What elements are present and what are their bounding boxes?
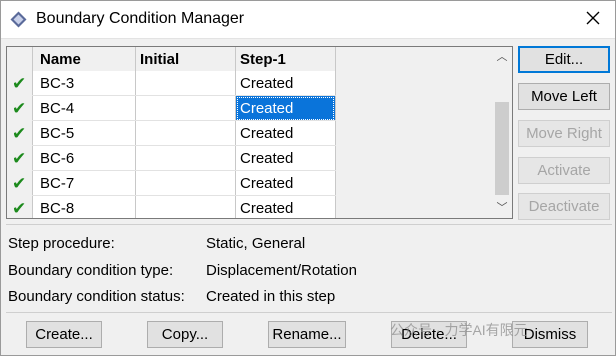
step-procedure-label: Step procedure: bbox=[8, 235, 115, 252]
active-check-icon: ✔ bbox=[12, 174, 27, 193]
deactivate-button[interactable]: Deactivate bbox=[518, 193, 610, 220]
cell-initial[interactable] bbox=[136, 71, 235, 96]
cell-initial[interactable] bbox=[136, 121, 235, 146]
cell-name[interactable]: BC-3 bbox=[33, 71, 135, 96]
cell-step-1[interactable]: Created bbox=[236, 146, 335, 171]
rename-button[interactable]: Rename... bbox=[268, 321, 346, 348]
cell-step-1[interactable]: Created bbox=[236, 121, 335, 146]
cell-initial[interactable] bbox=[136, 196, 235, 218]
create-button[interactable]: Create... bbox=[26, 321, 102, 348]
table-row[interactable]: ✔ BC-4 Created bbox=[7, 96, 336, 121]
table-row[interactable]: ✔ BC-8 Created bbox=[7, 196, 335, 218]
active-check-icon: ✔ bbox=[12, 124, 27, 143]
move-right-button[interactable]: Move Right bbox=[518, 120, 610, 147]
step-procedure-value: Static, General bbox=[206, 235, 306, 252]
scroll-down-icon[interactable]: ﹀ bbox=[496, 202, 508, 214]
cell-initial[interactable] bbox=[136, 146, 235, 171]
cell-name[interactable]: BC-7 bbox=[33, 171, 135, 196]
column-header-step-1[interactable]: Step-1 bbox=[240, 47, 286, 71]
active-check-icon: ✔ bbox=[12, 199, 27, 218]
cell-name[interactable]: BC-6 bbox=[33, 146, 135, 171]
cell-step-1[interactable]: Created bbox=[236, 196, 335, 218]
scrollbar-thumb[interactable] bbox=[495, 102, 509, 195]
active-check-icon: ✔ bbox=[12, 99, 27, 118]
bc-status-label: Boundary condition status: bbox=[8, 288, 185, 305]
scroll-up-icon[interactable]: ︿ bbox=[496, 51, 508, 63]
cell-step-1[interactable]: Created bbox=[236, 96, 335, 121]
cell-initial[interactable] bbox=[136, 171, 235, 196]
cell-name[interactable]: BC-8 bbox=[33, 196, 135, 218]
divider bbox=[6, 224, 612, 225]
close-icon[interactable] bbox=[585, 10, 601, 26]
cell-name[interactable]: BC-5 bbox=[33, 121, 135, 146]
move-left-button[interactable]: Move Left bbox=[518, 83, 610, 110]
title-bar: Boundary Condition Manager bbox=[1, 1, 615, 39]
activate-button[interactable]: Activate bbox=[518, 157, 610, 184]
edit-button[interactable]: Edit... bbox=[518, 46, 610, 73]
boundary-condition-manager-dialog: Boundary Condition Manager Name Initial … bbox=[0, 0, 616, 356]
table-row[interactable]: ✔ BC-6 Created bbox=[7, 146, 336, 171]
watermark: 公众号 · 力学AI有限元 bbox=[390, 322, 528, 338]
bc-type-value: Displacement/Rotation bbox=[206, 262, 357, 279]
table-row[interactable]: ✔ BC-3 Created bbox=[7, 71, 336, 96]
cell-step-1[interactable]: Created bbox=[236, 171, 335, 196]
active-check-icon: ✔ bbox=[12, 74, 27, 93]
table-row[interactable]: ✔ BC-5 Created bbox=[7, 121, 336, 146]
column-header-initial[interactable]: Initial bbox=[140, 47, 179, 71]
column-divider bbox=[335, 47, 336, 218]
active-check-icon: ✔ bbox=[12, 149, 27, 168]
window-title: Boundary Condition Manager bbox=[36, 10, 245, 27]
vertical-scrollbar[interactable]: ︿ ﹀ bbox=[493, 47, 511, 218]
cell-initial[interactable] bbox=[136, 96, 235, 121]
bc-status-value: Created in this step bbox=[206, 288, 336, 305]
abaqus-app-icon bbox=[10, 11, 27, 28]
divider bbox=[6, 312, 612, 313]
cell-step-1[interactable]: Created bbox=[236, 71, 335, 96]
table-row[interactable]: ✔ BC-7 Created bbox=[7, 171, 336, 196]
bc-type-label: Boundary condition type: bbox=[8, 262, 174, 279]
column-header-name[interactable]: Name bbox=[40, 47, 81, 71]
bc-table[interactable]: Name Initial Step-1 ✔ BC-3 Created ✔ BC-4 Cre… bbox=[6, 46, 513, 219]
cell-name[interactable]: BC-4 bbox=[33, 96, 135, 121]
copy-button[interactable]: Copy... bbox=[147, 321, 223, 348]
